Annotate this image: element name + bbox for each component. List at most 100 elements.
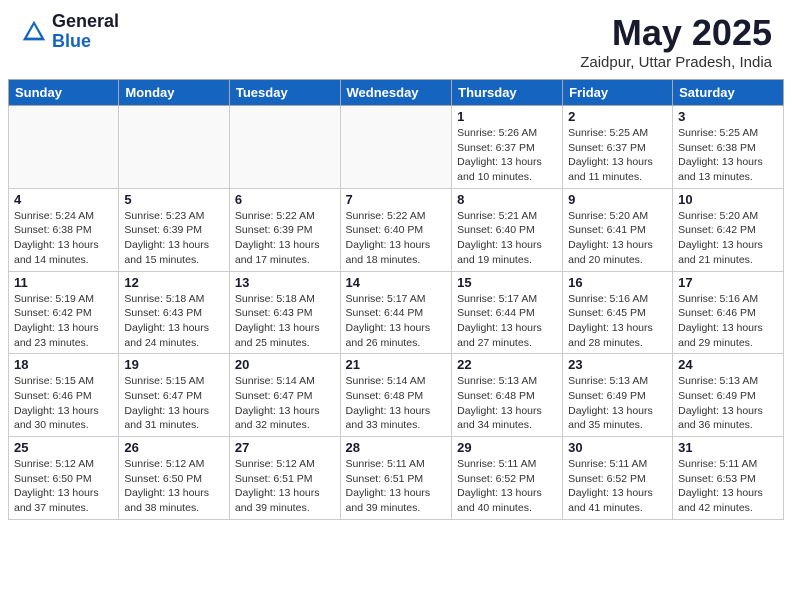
day-cell-4: 4 Sunrise: 5:24 AMSunset: 6:38 PMDaylight… [9,188,119,271]
day-number: 6 [235,192,335,207]
day-cell-22: 22 Sunrise: 5:13 AMSunset: 6:48 PMDayligh… [452,354,563,437]
day-number: 8 [457,192,557,207]
day-cell-19: 19Sunrise: 5:15 AMSunset: 6:47 PMDayligh… [119,354,230,437]
day-cell-5: 5Sunrise: 5:23 AMSunset: 6:39 PMDaylight… [119,188,230,271]
day-cell-10: 10 Sunrise: 5:20 AMSunset: 6:42 PMDayligh… [673,188,784,271]
day-number: 21 [346,357,447,372]
day-number: 3 [678,109,778,124]
calendar-header: SundayMondayTuesdayWednesdayThursdayFrid… [9,80,784,106]
day-number: 18 [14,357,113,372]
day-info: Sunrise: 5:12 AMSunset: 6:50 PMDaylight:… [124,457,224,516]
day-number: 19 [124,357,224,372]
day-cell-11: 11 Sunrise: 5:19 AMSunset: 6:42 PMDayligh… [9,271,119,354]
calendar-wrapper: SundayMondayTuesdayWednesdayThursdayFrid… [0,79,792,528]
month-title: May 2025 [580,12,772,54]
day-cell-25: 25Sunrise: 5:12 AMSunset: 6:50 PMDayligh… [9,437,119,520]
day-number: 4 [14,192,113,207]
calendar-body: 1Sunrise: 5:26 AMSunset: 6:37 PMDaylight… [9,106,784,520]
day-number: 12 [124,275,224,290]
day-number: 22 [457,357,557,372]
day-cell-23: 23 Sunrise: 5:13 AMSunset: 6:49 PMDayligh… [563,354,673,437]
day-cell-1: 1Sunrise: 5:26 AMSunset: 6:37 PMDaylight… [452,106,563,189]
day-cell-27: 27 Sunrise: 5:12 AMSunset: 6:51 PMDayligh… [229,437,340,520]
day-cell-2: 2 Sunrise: 5:25 AMSunset: 6:37 PMDaylight… [563,106,673,189]
day-info: Sunrise: 5:11 AMSunset: 6:53 PMDaylight:… [678,457,778,516]
day-cell-13: 13 Sunrise: 5:18 AMSunset: 6:43 PMDayligh… [229,271,340,354]
day-info: Sunrise: 5:11 AMSunset: 6:51 PMDaylight:… [346,457,447,516]
day-info: Sunrise: 5:13 AMSunset: 6:48 PMDaylight:… [457,374,557,433]
week-row-4: 18Sunrise: 5:15 AMSunset: 6:46 PMDayligh… [9,354,784,437]
day-info: Sunrise: 5:11 AMSunset: 6:52 PMDaylight:… [457,457,557,516]
day-number: 20 [235,357,335,372]
col-header-saturday: Saturday [673,80,784,106]
day-info: Sunrise: 5:11 AMSunset: 6:52 PMDaylight:… [568,457,667,516]
week-row-5: 25Sunrise: 5:12 AMSunset: 6:50 PMDayligh… [9,437,784,520]
col-header-friday: Friday [563,80,673,106]
col-header-thursday: Thursday [452,80,563,106]
day-number: 13 [235,275,335,290]
week-row-1: 1Sunrise: 5:26 AMSunset: 6:37 PMDaylight… [9,106,784,189]
col-header-monday: Monday [119,80,230,106]
day-info: Sunrise: 5:19 AMSunset: 6:42 PMDaylight:… [14,292,113,351]
col-header-sunday: Sunday [9,80,119,106]
day-number: 31 [678,440,778,455]
day-cell-3: 3 Sunrise: 5:25 AMSunset: 6:38 PMDaylight… [673,106,784,189]
header: General Blue May 2025 Zaidpur, Uttar Pra… [0,0,792,79]
day-info: Sunrise: 5:24 AMSunset: 6:38 PMDaylight:… [14,209,113,268]
day-cell-26: 26Sunrise: 5:12 AMSunset: 6:50 PMDayligh… [119,437,230,520]
col-header-wednesday: Wednesday [340,80,452,106]
day-number: 15 [457,275,557,290]
day-info: Sunrise: 5:25 AMSunset: 6:37 PMDaylight:… [568,126,667,185]
day-cell-29: 29Sunrise: 5:11 AMSunset: 6:52 PMDayligh… [452,437,563,520]
day-info: Sunrise: 5:17 AMSunset: 6:44 PMDaylight:… [457,292,557,351]
day-cell-21: 21 Sunrise: 5:14 AMSunset: 6:48 PMDayligh… [340,354,452,437]
day-number: 1 [457,109,557,124]
day-number: 14 [346,275,447,290]
day-info: Sunrise: 5:20 AMSunset: 6:42 PMDaylight:… [678,209,778,268]
day-number: 10 [678,192,778,207]
header-row: SundayMondayTuesdayWednesdayThursdayFrid… [9,80,784,106]
day-cell-15: 15 Sunrise: 5:17 AMSunset: 6:44 PMDayligh… [452,271,563,354]
day-cell-7: 7Sunrise: 5:22 AMSunset: 6:40 PMDaylight… [340,188,452,271]
day-number: 30 [568,440,667,455]
logo-blue-text: Blue [52,32,119,52]
day-number: 17 [678,275,778,290]
day-info: Sunrise: 5:18 AMSunset: 6:43 PMDaylight:… [124,292,224,351]
col-header-tuesday: Tuesday [229,80,340,106]
day-info: Sunrise: 5:13 AMSunset: 6:49 PMDaylight:… [568,374,667,433]
day-info: Sunrise: 5:12 AMSunset: 6:51 PMDaylight:… [235,457,335,516]
day-cell-16: 16 Sunrise: 5:16 AMSunset: 6:45 PMDayligh… [563,271,673,354]
day-cell-8: 8Sunrise: 5:21 AMSunset: 6:40 PMDaylight… [452,188,563,271]
day-info: Sunrise: 5:16 AMSunset: 6:45 PMDaylight:… [568,292,667,351]
day-info: Sunrise: 5:25 AMSunset: 6:38 PMDaylight:… [678,126,778,185]
day-number: 16 [568,275,667,290]
day-cell-14: 14 Sunrise: 5:17 AMSunset: 6:44 PMDayligh… [340,271,452,354]
empty-cell [9,106,119,189]
day-cell-12: 12 Sunrise: 5:18 AMSunset: 6:43 PMDayligh… [119,271,230,354]
week-row-2: 4 Sunrise: 5:24 AMSunset: 6:38 PMDaylight… [9,188,784,271]
day-info: Sunrise: 5:14 AMSunset: 6:48 PMDaylight:… [346,374,447,433]
logo-text: General Blue [52,12,119,52]
day-info: Sunrise: 5:18 AMSunset: 6:43 PMDaylight:… [235,292,335,351]
day-cell-6: 6 Sunrise: 5:22 AMSunset: 6:39 PMDaylight… [229,188,340,271]
day-cell-28: 28Sunrise: 5:11 AMSunset: 6:51 PMDayligh… [340,437,452,520]
day-cell-9: 9Sunrise: 5:20 AMSunset: 6:41 PMDaylight… [563,188,673,271]
day-number: 23 [568,357,667,372]
day-info: Sunrise: 5:22 AMSunset: 6:39 PMDaylight:… [235,209,335,268]
day-cell-24: 24 Sunrise: 5:13 AMSunset: 6:49 PMDayligh… [673,354,784,437]
day-number: 24 [678,357,778,372]
day-info: Sunrise: 5:23 AMSunset: 6:39 PMDaylight:… [124,209,224,268]
day-number: 2 [568,109,667,124]
day-number: 27 [235,440,335,455]
day-cell-18: 18Sunrise: 5:15 AMSunset: 6:46 PMDayligh… [9,354,119,437]
calendar-table: SundayMondayTuesdayWednesdayThursdayFrid… [8,79,784,520]
day-info: Sunrise: 5:20 AMSunset: 6:41 PMDaylight:… [568,209,667,268]
logo: General Blue [20,12,119,52]
title-block: May 2025 Zaidpur, Uttar Pradesh, India [580,12,772,71]
logo-general-text: General [52,12,119,32]
day-info: Sunrise: 5:17 AMSunset: 6:44 PMDaylight:… [346,292,447,351]
day-number: 11 [14,275,113,290]
day-info: Sunrise: 5:13 AMSunset: 6:49 PMDaylight:… [678,374,778,433]
day-cell-17: 17Sunrise: 5:16 AMSunset: 6:46 PMDayligh… [673,271,784,354]
day-info: Sunrise: 5:14 AMSunset: 6:47 PMDaylight:… [235,374,335,433]
